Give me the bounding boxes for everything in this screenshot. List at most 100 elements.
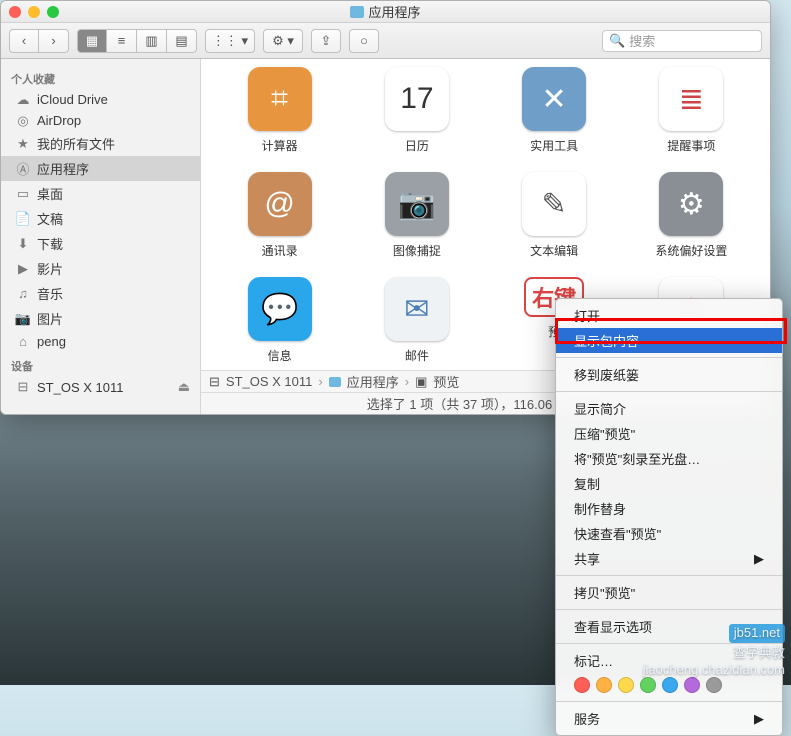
sidebar-icon: ▶	[15, 262, 31, 276]
menu-item[interactable]: 显示包内容	[556, 328, 782, 353]
action-button[interactable]: ⚙ ▾	[263, 29, 303, 53]
app-icon: 📷	[385, 172, 449, 236]
tag-dot[interactable]	[640, 677, 656, 693]
app-item[interactable]: 💬信息	[220, 277, 340, 364]
sidebar-device[interactable]: ⊟ST_OS X 1011⏏	[1, 376, 200, 398]
search-icon: 🔍	[609, 33, 625, 49]
zoom-icon[interactable]	[47, 6, 59, 18]
app-label: 日历	[405, 137, 429, 154]
menu-item[interactable]: 打开	[556, 303, 782, 328]
sidebar-item-label: peng	[37, 334, 66, 349]
app-item[interactable]: ✕实用工具	[494, 67, 614, 154]
arrange-button[interactable]: ⋮⋮ ▾	[205, 29, 255, 53]
menu-item-label: 服务	[574, 709, 600, 728]
menu-item-label: 查看显示选项	[574, 617, 652, 636]
menu-item-label: 显示简介	[574, 399, 626, 418]
sidebar-item[interactable]: ☁︎ iCloud Drive	[1, 89, 200, 110]
menu-item[interactable]: 制作替身	[556, 496, 782, 521]
submenu-icon: ▶	[754, 551, 764, 567]
sidebar-icon: ◎	[15, 114, 31, 128]
menu-separator	[556, 357, 782, 358]
sidebar-item[interactable]: ♫音乐	[1, 281, 200, 306]
close-icon[interactable]	[9, 6, 21, 18]
app-item[interactable]: ⌗计算器	[220, 67, 340, 154]
app-label: 系统偏好设置	[655, 242, 727, 259]
app-item[interactable]: ⚙系统偏好设置	[631, 172, 751, 259]
app-icon: ✎	[522, 172, 586, 236]
column-view-button[interactable]: ▥	[137, 29, 167, 53]
menu-separator	[556, 575, 782, 576]
app-item[interactable]: 17日历	[357, 67, 477, 154]
menu-item-label: 快速查看"预览"	[574, 524, 661, 543]
sidebar-item[interactable]: ⌂peng	[1, 331, 200, 352]
sidebar: 个人收藏 ☁︎iCloud Drive◎AirDrop★我的所有文件Ⓐ应用程序▭…	[1, 59, 201, 414]
sidebar-icon: ⬇	[15, 237, 31, 251]
menu-item[interactable]: 显示简介	[556, 396, 782, 421]
view-buttons: ▦ ≡ ▥ ▤	[77, 29, 197, 53]
app-item[interactable]: ✉邮件	[357, 277, 477, 364]
sidebar-icon: ▭	[15, 187, 31, 201]
menu-item[interactable]: 将"预览"刻录至光盘…	[556, 446, 782, 471]
tag-dot[interactable]	[706, 677, 722, 693]
toolbar: ‹ › ▦ ≡ ▥ ▤ ⋮⋮ ▾ ⚙ ▾ ⇪ ○ 🔍 搜索	[1, 23, 770, 59]
menu-item-label: 打开	[574, 306, 600, 325]
minimize-icon[interactable]	[28, 6, 40, 18]
tag-dot[interactable]	[618, 677, 634, 693]
tag-dot[interactable]	[596, 677, 612, 693]
sidebar-item-label: 图片	[37, 309, 63, 328]
app-item[interactable]: ≣提醒事项	[631, 67, 751, 154]
sidebar-item-label: 下载	[37, 234, 63, 253]
menu-item[interactable]: 压缩"预览"	[556, 421, 782, 446]
sidebar-item[interactable]: ◎AirDrop	[1, 110, 200, 131]
app-item[interactable]: 📷图像捕捉	[357, 172, 477, 259]
sidebar-item[interactable]: ▶影片	[1, 256, 200, 281]
app-item[interactable]: @ 通讯录	[220, 172, 340, 259]
sidebar-item[interactable]: ★我的所有文件	[1, 131, 200, 156]
window-title: 应用程序	[368, 2, 420, 21]
menu-item-label: 移到废纸篓	[574, 365, 639, 384]
menu-item[interactable]: 服务▶	[556, 706, 782, 731]
tag-dot[interactable]	[662, 677, 678, 693]
eject-icon[interactable]: ⏏	[178, 379, 190, 395]
tag-dot[interactable]	[684, 677, 700, 693]
menu-item-label: 共享	[574, 549, 600, 568]
disk-icon: ⊟	[15, 380, 31, 394]
coverflow-view-button[interactable]: ▤	[167, 29, 197, 53]
sidebar-icon: ★	[15, 137, 31, 151]
menu-item[interactable]: 拷贝"预览"	[556, 580, 782, 605]
app-item[interactable]: ✎ 文本编辑	[494, 172, 614, 259]
search-input[interactable]: 🔍 搜索	[602, 30, 762, 52]
app-label: 文本编辑	[530, 242, 578, 259]
menu-item[interactable]: 移到废纸篓	[556, 362, 782, 387]
menu-item-label: 标记…	[574, 651, 613, 670]
sidebar-dev-header: 设备	[1, 352, 200, 376]
tags-button[interactable]: ○	[349, 29, 379, 53]
folder-icon	[329, 377, 341, 387]
watermark: jb51.net 查字典教 jiaocheng.chazidian.com	[643, 624, 785, 679]
menu-item[interactable]: 快速查看"预览"	[556, 521, 782, 546]
icon-view-button[interactable]: ▦	[77, 29, 107, 53]
app-icon: ✕	[522, 67, 586, 131]
list-view-button[interactable]: ≡	[107, 29, 137, 53]
sidebar-icon: ☁︎	[15, 93, 31, 107]
forward-button[interactable]: ›	[39, 29, 69, 53]
sidebar-item-label: 桌面	[37, 184, 63, 203]
titlebar: 应用程序	[1, 1, 770, 23]
sidebar-item[interactable]: ▭ 桌面	[1, 181, 200, 206]
menu-item[interactable]: 复制	[556, 471, 782, 496]
share-button[interactable]: ⇪	[311, 29, 341, 53]
sidebar-item-label: iCloud Drive	[37, 92, 108, 107]
sidebar-item[interactable]: 📷图片	[1, 306, 200, 331]
disk-icon: ⊟	[209, 374, 220, 390]
sidebar-item[interactable]: 📄文稿	[1, 206, 200, 231]
app-label: 通讯录	[262, 242, 298, 259]
app-icon: @	[248, 172, 312, 236]
sidebar-item[interactable]: ⬇ 下载	[1, 231, 200, 256]
menu-item[interactable]: 共享 ▶	[556, 546, 782, 571]
folder-icon	[350, 6, 364, 18]
sidebar-item-label: 文稿	[37, 209, 63, 228]
sidebar-item[interactable]: Ⓐ应用程序	[1, 156, 200, 181]
tag-dot[interactable]	[574, 677, 590, 693]
menu-separator	[556, 609, 782, 610]
back-button[interactable]: ‹	[9, 29, 39, 53]
